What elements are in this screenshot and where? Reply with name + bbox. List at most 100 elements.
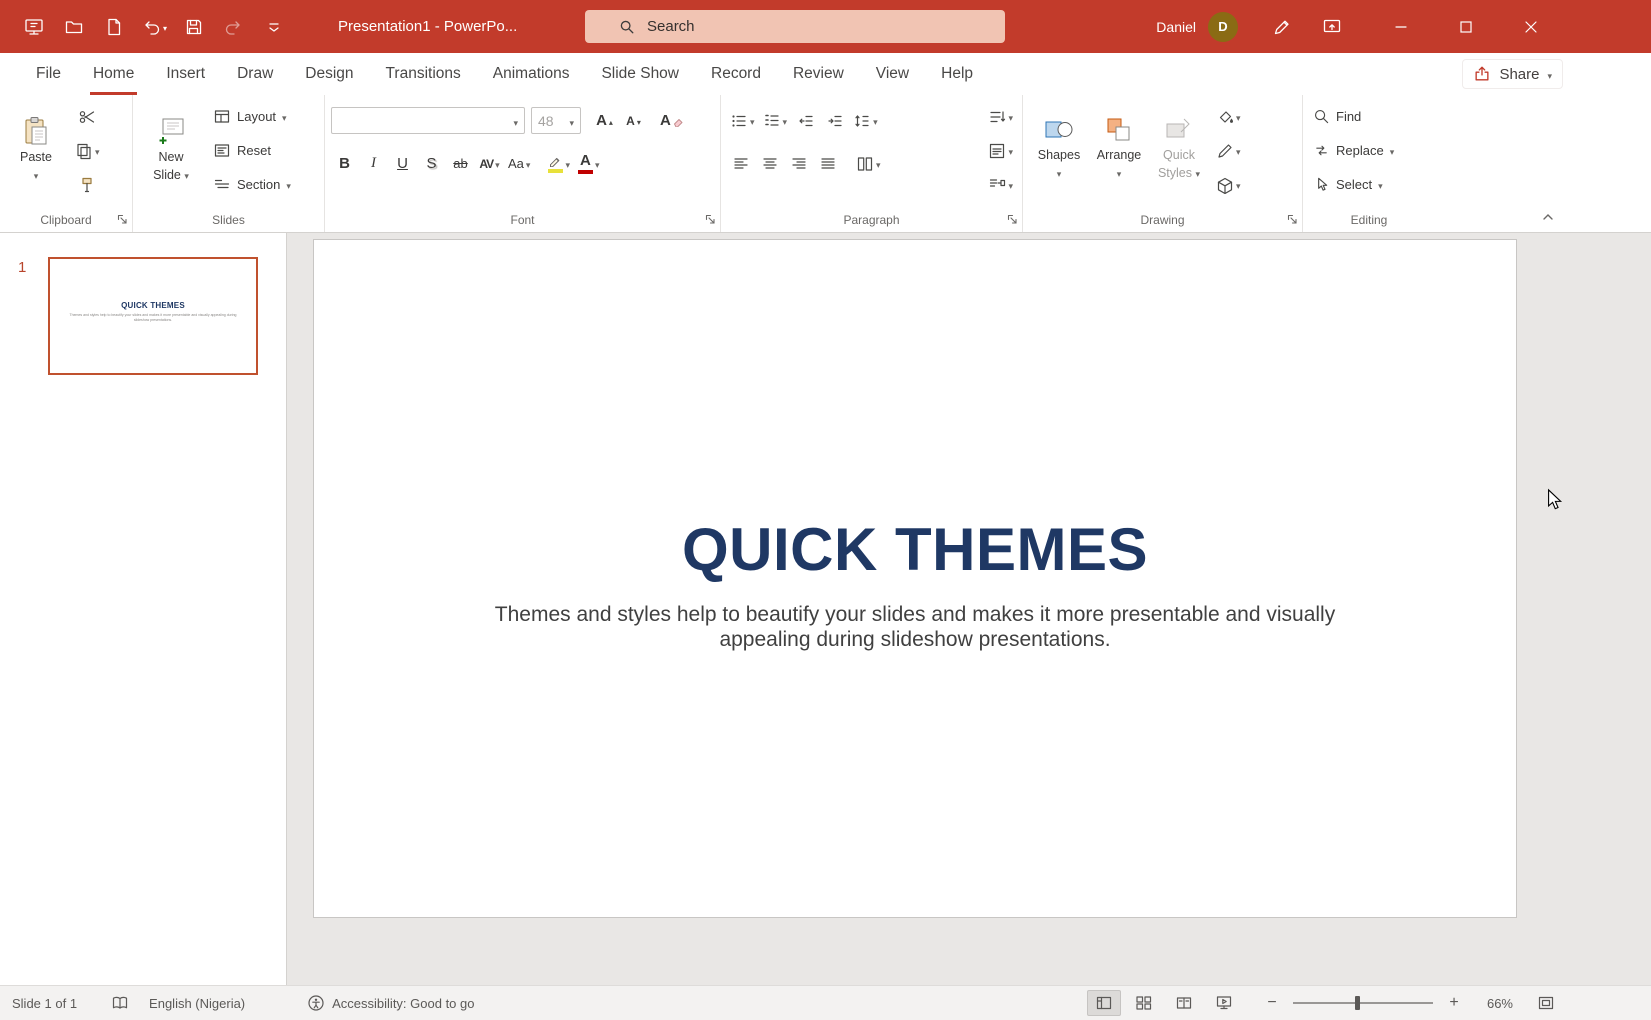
collapse-ribbon-button[interactable] (1541, 210, 1555, 224)
columns-button[interactable] (853, 150, 884, 177)
slide-title-text[interactable]: QUICK THEMES (314, 517, 1516, 583)
slide-thumbnail[interactable]: QUICK THEMES Themes and styles help to b… (48, 257, 258, 375)
powerpoint-app-icon[interactable] (14, 7, 54, 47)
tab-help[interactable]: Help (925, 53, 989, 95)
tab-file[interactable]: File (20, 53, 77, 95)
convert-to-smartart-button[interactable] (985, 171, 1016, 198)
shape-outline-button[interactable] (1213, 137, 1244, 164)
fit-slide-to-window-button[interactable] (1529, 990, 1563, 1016)
tab-insert[interactable]: Insert (150, 53, 221, 95)
tab-design[interactable]: Design (289, 53, 369, 95)
layout-button[interactable]: Layout (209, 103, 295, 130)
tab-slide-show[interactable]: Slide Show (585, 53, 695, 95)
shape-fill-button[interactable] (1213, 103, 1244, 130)
character-spacing-button[interactable]: AV (476, 150, 503, 177)
status-bar: Slide 1 of 1 English (Nigeria) Accessibi… (0, 985, 1651, 1020)
inking-pen-icon[interactable] (1262, 7, 1302, 47)
save-button[interactable] (174, 7, 214, 47)
dialog-launcher-icon[interactable] (1287, 214, 1298, 225)
ribbon-tabs: File Home Insert Draw Design Transitions… (0, 53, 1651, 95)
reading-view-button[interactable] (1167, 990, 1201, 1016)
undo-button[interactable] (134, 7, 174, 47)
spell-check-icon[interactable] (111, 994, 129, 1012)
text-highlight-button[interactable] (545, 150, 573, 177)
tab-view[interactable]: View (860, 53, 925, 95)
shrink-font-button[interactable]: A (620, 107, 647, 134)
font-color-button[interactable]: A (575, 150, 603, 177)
ribbon-display-options-icon[interactable] (1312, 7, 1352, 47)
font-name-select[interactable] (331, 107, 525, 134)
copy-button[interactable] (72, 137, 103, 164)
format-painter-button[interactable] (72, 171, 103, 198)
group-label: Drawing (1029, 210, 1296, 232)
close-button[interactable] (1498, 0, 1563, 53)
align-text-button[interactable] (985, 137, 1016, 164)
bullets-button[interactable] (727, 107, 758, 134)
language-selector[interactable]: English (Nigeria) (149, 996, 245, 1011)
align-center-button[interactable] (756, 150, 783, 177)
avatar[interactable]: D (1208, 12, 1238, 42)
slide-body-text[interactable]: Themes and styles help to beautify your … (485, 602, 1345, 652)
line-spacing-button[interactable] (850, 107, 881, 134)
group-label: Slides (139, 210, 318, 232)
dialog-launcher-icon[interactable] (117, 214, 128, 225)
clear-formatting-button[interactable]: A (657, 107, 688, 134)
bold-button[interactable]: B (331, 150, 358, 177)
arrange-button[interactable]: Arrange (1089, 103, 1149, 210)
shapes-button[interactable]: Shapes (1029, 103, 1089, 210)
zoom-in-button[interactable]: + (1443, 990, 1465, 1016)
tab-record[interactable]: Record (695, 53, 777, 95)
slide-sorter-view-button[interactable] (1127, 990, 1161, 1016)
numbering-button[interactable] (760, 107, 791, 134)
grow-font-button[interactable]: A (591, 107, 618, 134)
reset-button[interactable]: Reset (209, 137, 295, 164)
search-bar[interactable]: Search (585, 10, 1005, 43)
slide-show-button[interactable] (1207, 990, 1241, 1016)
dialog-launcher-icon[interactable] (1007, 214, 1018, 225)
slide-canvas[interactable]: QUICK THEMES Themes and styles help to b… (313, 239, 1517, 918)
zoom-out-button[interactable]: − (1261, 990, 1283, 1016)
underline-button[interactable]: U (389, 150, 416, 177)
maximize-button[interactable] (1433, 0, 1498, 53)
dialog-launcher-icon[interactable] (705, 214, 716, 225)
find-button[interactable]: Find (1309, 103, 1429, 130)
open-file-icon[interactable] (54, 7, 94, 47)
user-name[interactable]: Daniel (1156, 19, 1196, 35)
increase-indent-button[interactable] (821, 107, 848, 134)
strikethrough-button[interactable]: ab (447, 150, 474, 177)
share-button[interactable]: Share (1462, 59, 1563, 89)
align-right-button[interactable] (785, 150, 812, 177)
paste-button[interactable]: Paste (6, 103, 66, 210)
minimize-button[interactable] (1368, 0, 1433, 53)
shape-effects-button[interactable] (1213, 171, 1244, 198)
tab-home[interactable]: Home (77, 53, 150, 95)
select-button[interactable]: Select (1309, 171, 1429, 198)
align-left-button[interactable] (727, 150, 754, 177)
customize-toolbar-icon[interactable] (254, 7, 294, 47)
text-shadow-button[interactable]: S (418, 150, 445, 177)
zoom-slider[interactable] (1293, 1002, 1433, 1004)
change-case-button[interactable]: Aa (505, 150, 533, 177)
italic-button[interactable]: I (360, 150, 387, 177)
zoom-slider-thumb[interactable] (1355, 996, 1360, 1010)
title-bar: Presentation1 - PowerPo... Search Daniel… (0, 0, 1651, 53)
justify-button[interactable] (814, 150, 841, 177)
font-size-select[interactable]: 48 (531, 107, 581, 134)
new-slide-button[interactable]: New Slide (139, 103, 203, 210)
paste-icon (20, 115, 52, 147)
content-area: 1 QUICK THEMES Themes and styles help to… (0, 233, 1651, 985)
replace-button[interactable]: Replace (1309, 137, 1429, 164)
new-file-icon[interactable] (94, 7, 134, 47)
normal-view-button[interactable] (1087, 990, 1121, 1016)
tab-transitions[interactable]: Transitions (370, 53, 477, 95)
tab-draw[interactable]: Draw (221, 53, 289, 95)
tab-review[interactable]: Review (777, 53, 860, 95)
cut-button[interactable] (72, 103, 103, 130)
tab-animations[interactable]: Animations (477, 53, 586, 95)
decrease-indent-button[interactable] (792, 107, 819, 134)
accessibility-status[interactable]: Accessibility: Good to go (307, 994, 474, 1012)
text-direction-button[interactable] (985, 103, 1016, 130)
section-button[interactable]: Section (209, 171, 295, 198)
zoom-level[interactable]: 66% (1471, 996, 1513, 1011)
font-color-swatch (578, 170, 593, 174)
